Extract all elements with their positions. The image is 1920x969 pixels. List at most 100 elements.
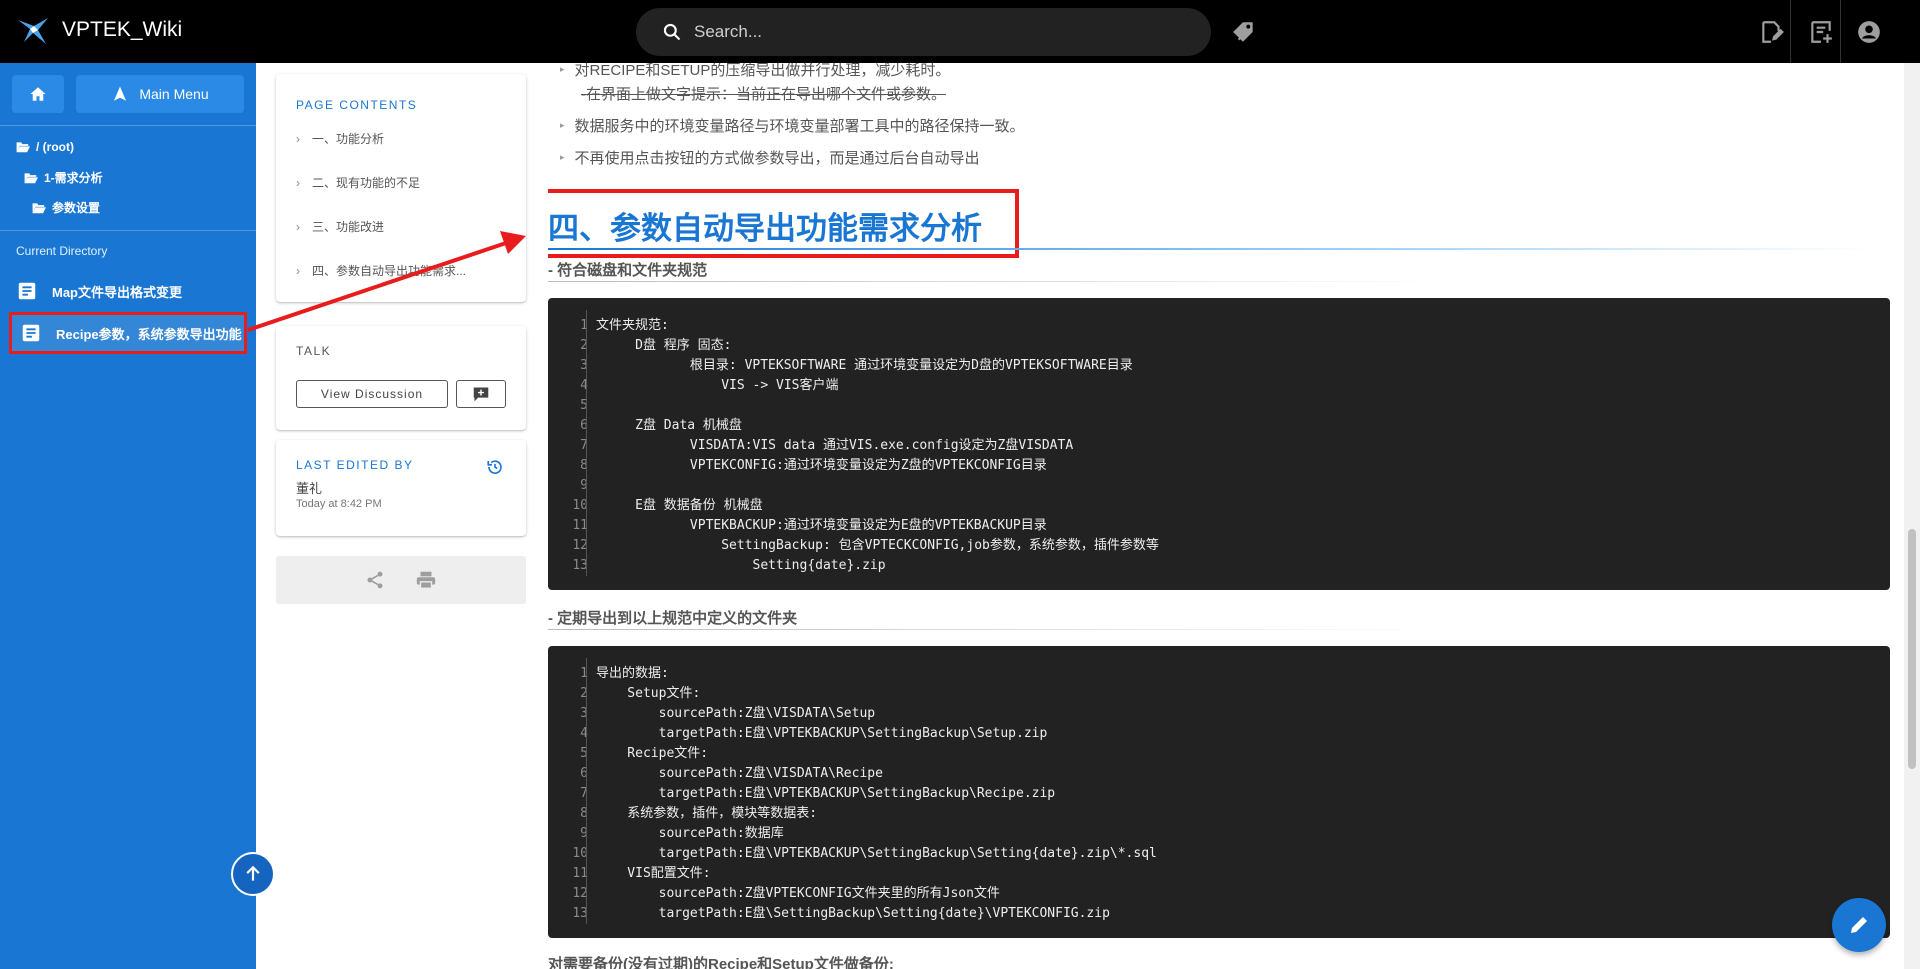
code-line: Setup文件: (596, 686, 701, 701)
list-item: ▸ 数据服务中的环境变量路径与环境变量部署工具中的路径保持一致。 (560, 115, 1025, 136)
list-item-text: 对RECIPE和SETUP的压缩导出做并行处理，减少耗时。 (574, 63, 951, 79)
code-block[interactable]: 1 2 3 4 5 6 7 8 9 10 11 12 13 导出的数据: Setup文件: source… (548, 646, 1890, 938)
share-icon[interactable] (365, 570, 385, 590)
top-bar-divider (1790, 0, 1791, 63)
sidebar-divider (0, 230, 256, 231)
code-line: sourcePath:数据库 (596, 826, 784, 841)
search-icon (663, 23, 681, 41)
code-line: E盘 数据备份 机械盘 (596, 498, 763, 513)
code-line: VPTEKCONFIG:通过环境变量设定为Z盘的VPTEKCONFIG目录 (596, 458, 1047, 473)
main-content: ▸ 对RECIPE和SETUP的压缩导出做并行处理，减少耗时。 -在界面上做文字提… (548, 63, 1890, 969)
page-link-label: Recipe参数，系统参数导出功能 (56, 326, 242, 342)
line-numbers: 1 2 3 4 5 6 7 8 9 10 11 12 13 (548, 316, 588, 576)
edit-icon (1851, 917, 1867, 933)
list-item: ▸ 对RECIPE和SETUP的压缩导出做并行处理，减少耗时。 (560, 63, 950, 80)
logo-icon[interactable] (16, 16, 50, 46)
main-menu-label: Main Menu (139, 86, 209, 102)
tree-item-label: 1-需求分析 (44, 171, 103, 185)
code-line: Z盘 Data 机械盘 (596, 418, 742, 433)
page-link-map-export[interactable]: Map文件导出格式变更 (16, 280, 182, 302)
code-line: targetPath:E盘\VPTEKBACKUP\SettingBackup\… (596, 726, 1048, 741)
print-icon[interactable] (415, 569, 437, 591)
line-number: 1 (580, 318, 588, 333)
toc-item[interactable]: › 二、现有功能的不足 (296, 174, 420, 191)
toc-item-label: 一、功能分析 (312, 132, 385, 146)
code-line: targetPath:E盘\VPTEKBACKUP\SettingBackup\… (596, 786, 1056, 801)
new-comment-button[interactable] (456, 380, 506, 408)
current-directory-label: Current Directory (16, 244, 108, 258)
sidebar: Main Menu / (root) 1-需求分析 参数设置 Current D… (0, 63, 256, 969)
search-bar[interactable] (636, 8, 1211, 56)
share-bar (276, 556, 526, 604)
code-lines: 导出的数据: Setup文件: sourcePath:Z盘\VISDATA\Se… (596, 664, 1157, 924)
tree-item-requirements[interactable]: 1-需求分析 (24, 169, 103, 186)
tree-item-label: 参数设置 (52, 201, 101, 215)
page-scrollbar[interactable] (1904, 63, 1920, 969)
scroll-to-top-button[interactable] (231, 852, 275, 896)
toc-item[interactable]: › 三、功能改进 (296, 218, 384, 235)
tree-item-label: / (root) (36, 140, 74, 154)
edit-page-button[interactable] (1832, 898, 1886, 952)
account-icon[interactable] (1856, 19, 1882, 45)
line-number: 10 (572, 498, 588, 513)
line-number: 13 (572, 906, 588, 921)
code-line: VISDATA:VIS data 通过VIS.exe.config设定为Z盘VI… (596, 438, 1074, 453)
code-block[interactable]: 1 2 3 4 5 6 7 8 9 10 11 12 13 文件夹规范: D盘 程序 固态: 根目录: … (548, 298, 1890, 590)
code-line: 根目录: VPTEKSOFTWARE 通过环境变量设定为D盘的VPTEKSOFT… (596, 358, 1133, 373)
subheading: - 定期导出到以上规范中定义的文件夹 (548, 610, 798, 627)
chevron-right-icon: › (296, 219, 300, 234)
subheading: - 符合磁盘和文件夹规范 (548, 262, 708, 279)
line-number: 2 (580, 686, 588, 701)
main-menu-button[interactable]: Main Menu (76, 75, 244, 113)
line-number: 6 (580, 418, 588, 433)
heading-underline (548, 248, 1878, 250)
line-number: 4 (580, 378, 588, 393)
bullet-marker: ▸ (560, 152, 565, 162)
line-number: 12 (572, 886, 588, 901)
toc-item[interactable]: › 一、功能分析 (296, 130, 384, 147)
talk-card: TALK View Discussion (276, 326, 526, 430)
last-edited-user: 董礼 (296, 482, 323, 497)
code-line: SettingBackup: 包含VPTECKCONFIG,job参数，系统参数… (596, 538, 1159, 553)
gutter-divider (586, 310, 587, 576)
last-edited-card: LAST EDITED BY 董礼 Today at 8:42 PM (276, 440, 526, 536)
list-item-text: 数据服务中的环境变量路径与环境变量部署工具中的路径保持一致。 (574, 118, 1025, 135)
home-button[interactable] (12, 75, 64, 113)
site-title[interactable]: VPTEK_Wiki (62, 18, 182, 42)
page-link-recipe-export[interactable]: Recipe参数，系统参数导出功能 (9, 312, 247, 354)
code-line: 系统参数，插件，模块等数据表: (596, 806, 818, 821)
scrollbar-thumb[interactable] (1908, 529, 1916, 769)
history-icon[interactable] (486, 458, 504, 476)
line-numbers: 1 2 3 4 5 6 7 8 9 10 11 12 13 (548, 664, 588, 924)
toc-item-label: 二、现有功能的不足 (312, 176, 421, 190)
list-item-text: 不再使用点击按钮的方式做参数导出，而是通过后台自动导出 (574, 150, 980, 167)
line-number: 7 (580, 438, 588, 453)
new-page-icon[interactable] (1808, 19, 1834, 45)
tree-item-root[interactable]: / (root) (16, 140, 74, 154)
code-line: sourcePath:Z盘\VISDATA\Setup (596, 706, 876, 721)
page-link-label: Map文件导出格式变更 (52, 284, 183, 300)
line-number: 12 (572, 538, 588, 553)
sidebar-divider (0, 125, 256, 126)
line-number: 7 (580, 786, 588, 801)
subheading-underline (548, 281, 1448, 282)
line-number: 6 (580, 766, 588, 781)
line-number: 11 (572, 866, 588, 881)
edit-page-icon[interactable] (1759, 19, 1785, 45)
top-bar-divider (1840, 0, 1841, 63)
tag-icon[interactable] (1231, 19, 1257, 45)
tree-item-parameters[interactable]: 参数设置 (32, 199, 100, 216)
code-line: Recipe文件: (596, 746, 709, 761)
code-line: 文件夹规范: (596, 318, 669, 333)
search-input[interactable] (694, 22, 1174, 42)
paragraph-heading: 对需要备份(没有过期)的Recipe和Setup文件做备份: (548, 956, 894, 969)
line-number: 4 (580, 726, 588, 741)
code-line: 导出的数据: (596, 666, 669, 681)
page-contents-title: PAGE CONTENTS (296, 98, 418, 112)
list-item: ▸ 不再使用点击按钮的方式做参数导出，而是通过后台自动导出 (560, 147, 980, 168)
code-line: Setting{date}.zip (596, 558, 886, 573)
navigation-icon (114, 86, 127, 101)
view-discussion-button[interactable]: View Discussion (296, 380, 448, 408)
toc-item[interactable]: › 四、参数自动导出功能需求... (296, 262, 466, 279)
chevron-right-icon: › (296, 263, 300, 278)
